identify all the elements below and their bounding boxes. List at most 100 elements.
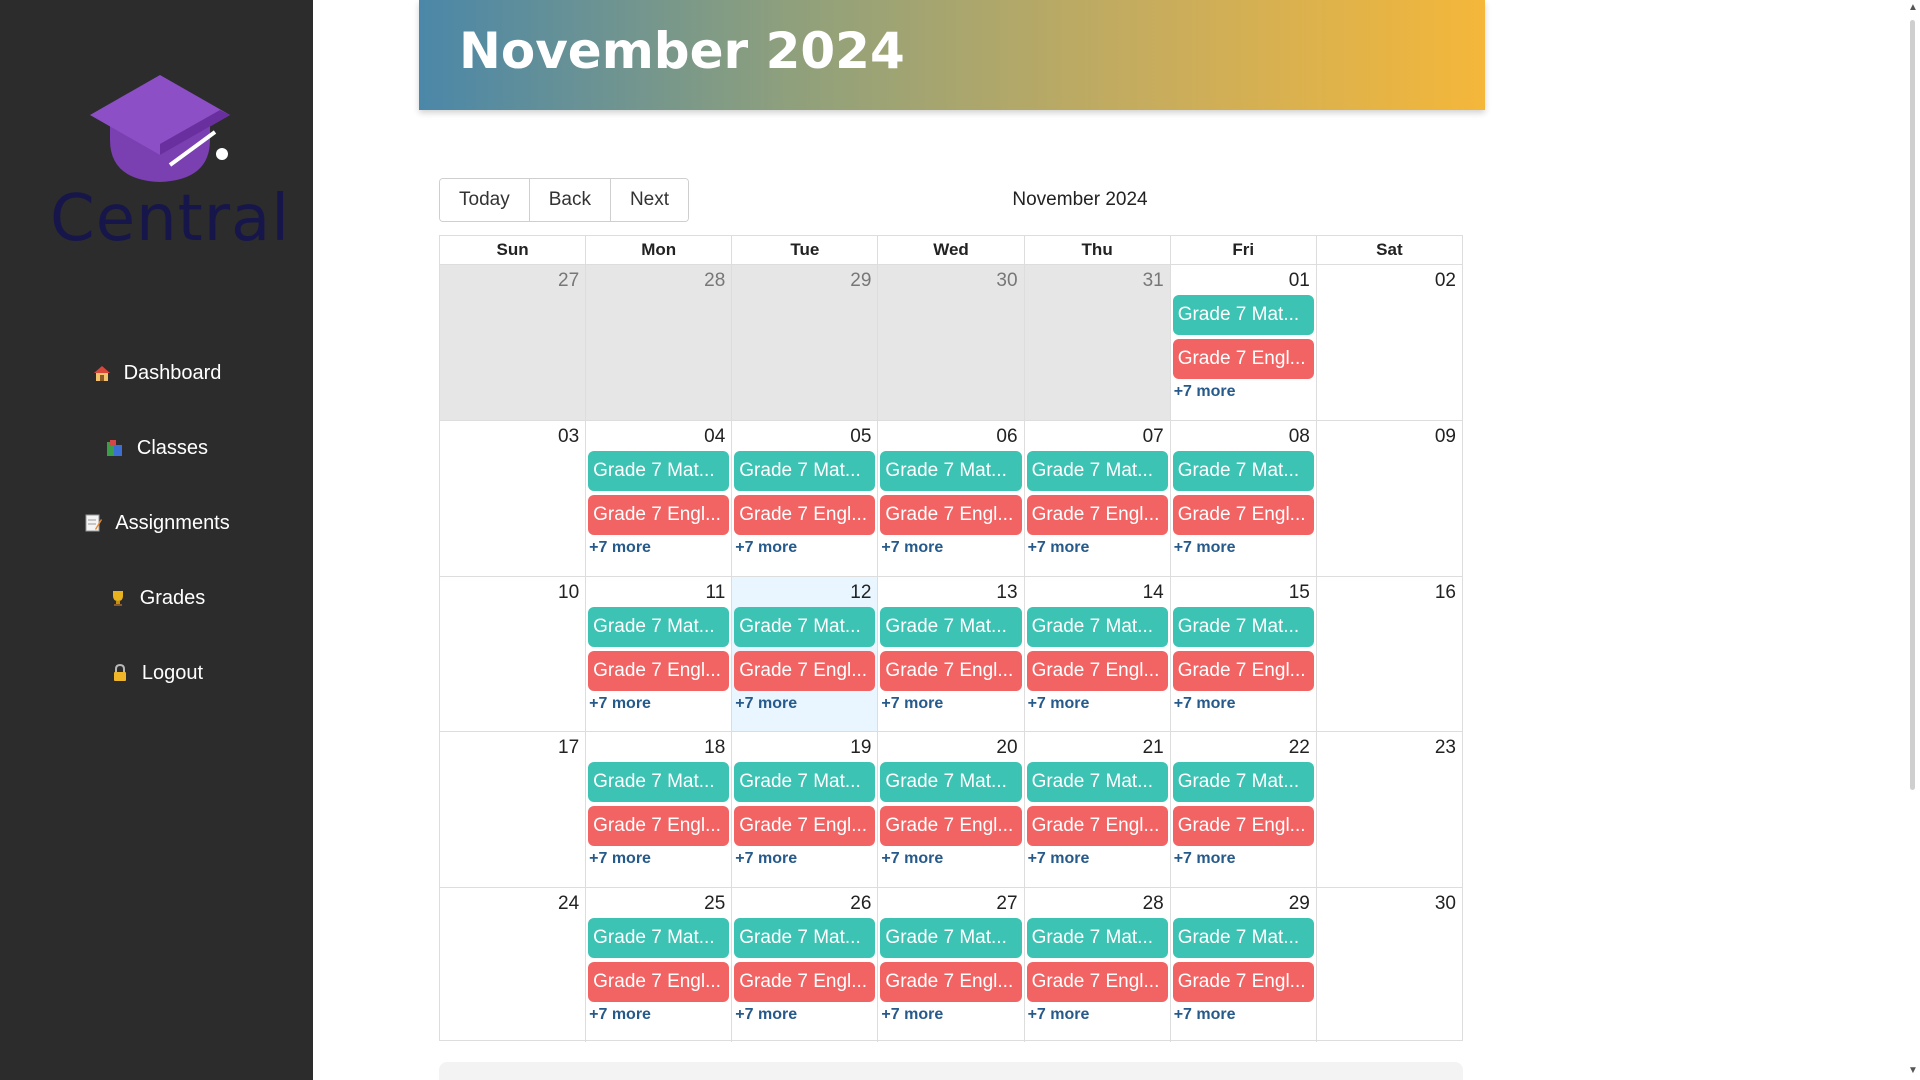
event-english[interactable]: Grade 7 Engl... (880, 650, 1022, 691)
event-english[interactable]: Grade 7 Engl... (588, 495, 730, 536)
event-english[interactable]: Grade 7 Engl... (588, 806, 730, 847)
more-events-link[interactable]: +7 more (881, 850, 943, 868)
day-number[interactable]: 25 (704, 893, 725, 915)
nav-logout[interactable]: Logout (0, 658, 313, 688)
calendar-day-cell[interactable]: 31 (1023, 265, 1170, 421)
event-english[interactable]: Grade 7 Engl... (880, 495, 1022, 536)
event-english[interactable]: Grade 7 Engl... (1172, 806, 1314, 847)
event-math[interactable]: Grade 7 Mat... (588, 451, 730, 492)
calendar-day-cell[interactable]: 27 Grade 7 Mat... Grade 7 Engl... +7 more (877, 887, 1023, 1042)
event-english[interactable]: Grade 7 Engl... (1172, 961, 1314, 1002)
calendar-day-cell[interactable]: 30 (877, 265, 1024, 421)
day-number[interactable]: 08 (1289, 426, 1310, 448)
calendar-day-cell[interactable]: 30 (1315, 887, 1462, 1042)
event-math[interactable]: Grade 7 Mat... (588, 917, 730, 958)
scroll-down-arrow-icon[interactable]: ▼ (1908, 1065, 1918, 1076)
day-number[interactable]: 19 (850, 737, 871, 759)
day-number[interactable]: 15 (1289, 582, 1310, 604)
more-events-link[interactable]: +7 more (735, 539, 797, 557)
day-number[interactable]: 27 (996, 893, 1017, 915)
event-math[interactable]: Grade 7 Mat... (734, 606, 876, 647)
calendar-day-cell[interactable]: 02 (1315, 265, 1462, 421)
more-events-link[interactable]: +7 more (1028, 539, 1090, 557)
event-english[interactable]: Grade 7 Engl... (1026, 961, 1168, 1002)
more-events-link[interactable]: +7 more (881, 695, 943, 713)
nav-classes[interactable]: Classes (0, 433, 313, 463)
event-math[interactable]: Grade 7 Mat... (880, 606, 1022, 647)
day-number[interactable]: 11 (706, 582, 726, 604)
calendar-day-cell[interactable]: 16 (1315, 576, 1462, 732)
day-number[interactable]: 31 (1143, 270, 1164, 292)
calendar-day-cell[interactable]: 01 Grade 7 Mat... Grade 7 Engl... +7 more (1169, 265, 1316, 421)
more-events-link[interactable]: +7 more (735, 850, 797, 868)
calendar-day-cell[interactable]: 29 (731, 265, 878, 421)
calendar-day-cell[interactable]: 27 (440, 265, 586, 421)
day-number[interactable]: 05 (850, 426, 871, 448)
calendar-day-cell[interactable]: 07 Grade 7 Mat... Grade 7 Engl... +7 more (1023, 421, 1170, 576)
day-number[interactable]: 10 (558, 582, 579, 604)
day-number[interactable]: 24 (558, 893, 579, 915)
event-math[interactable]: Grade 7 Mat... (1026, 762, 1168, 803)
day-number[interactable]: 12 (850, 582, 871, 604)
calendar-day-cell[interactable]: 26 Grade 7 Mat... Grade 7 Engl... +7 more (731, 887, 877, 1042)
event-english[interactable]: Grade 7 Engl... (1172, 650, 1314, 691)
more-events-link[interactable]: +7 more (1174, 695, 1236, 713)
event-english[interactable]: Grade 7 Engl... (734, 806, 876, 847)
day-number[interactable]: 03 (558, 426, 579, 448)
event-english[interactable]: Grade 7 Engl... (588, 650, 730, 691)
calendar-day-cell[interactable]: 04 Grade 7 Mat... Grade 7 Engl... +7 more (585, 421, 731, 576)
calendar-day-cell[interactable]: 28 Grade 7 Mat... Grade 7 Engl... +7 more (1023, 887, 1170, 1042)
day-number[interactable]: 28 (704, 270, 725, 292)
event-english[interactable]: Grade 7 Engl... (880, 961, 1022, 1002)
event-english[interactable]: Grade 7 Engl... (1172, 339, 1314, 379)
day-number[interactable]: 26 (850, 893, 871, 915)
day-number[interactable]: 20 (996, 737, 1017, 759)
event-english[interactable]: Grade 7 Engl... (734, 495, 876, 536)
scrollbar-thumb[interactable] (1910, 20, 1915, 790)
day-number[interactable]: 29 (1289, 893, 1310, 915)
more-events-link[interactable]: +7 more (881, 1006, 943, 1024)
more-events-link[interactable]: +7 more (1174, 850, 1236, 868)
day-number[interactable]: 22 (1289, 737, 1310, 759)
event-math[interactable]: Grade 7 Mat... (880, 451, 1022, 492)
day-number[interactable]: 27 (558, 270, 579, 292)
more-events-link[interactable]: +7 more (881, 539, 943, 557)
event-math[interactable]: Grade 7 Mat... (1172, 606, 1314, 647)
day-number[interactable]: 17 (558, 737, 579, 759)
day-number[interactable]: 30 (1435, 893, 1456, 915)
day-number[interactable]: 30 (996, 270, 1017, 292)
calendar-day-cell[interactable]: 20 Grade 7 Mat... Grade 7 Engl... +7 more (877, 732, 1023, 887)
calendar-day-cell[interactable]: 29 Grade 7 Mat... Grade 7 Engl... +7 more (1169, 887, 1316, 1042)
event-math[interactable]: Grade 7 Mat... (734, 917, 876, 958)
day-number[interactable]: 01 (1289, 270, 1310, 292)
calendar-day-cell[interactable]: 17 (440, 732, 585, 886)
event-math[interactable]: Grade 7 Mat... (1026, 917, 1168, 958)
day-number[interactable]: 18 (704, 737, 725, 759)
event-math[interactable]: Grade 7 Mat... (1172, 917, 1314, 958)
day-number[interactable]: 09 (1435, 426, 1456, 448)
more-events-link[interactable]: +7 more (589, 850, 651, 868)
event-english[interactable]: Grade 7 Engl... (1172, 495, 1314, 536)
event-math[interactable]: Grade 7 Mat... (1026, 451, 1168, 492)
nav-dashboard[interactable]: Dashboard (0, 358, 313, 388)
calendar-day-cell[interactable]: 03 (440, 421, 585, 575)
calendar-day-cell[interactable]: 23 (1315, 732, 1462, 887)
calendar-day-cell[interactable]: 24 (440, 888, 585, 1042)
day-number[interactable]: 02 (1435, 270, 1456, 292)
event-english[interactable]: Grade 7 Engl... (588, 961, 730, 1002)
day-number[interactable]: 21 (1143, 737, 1164, 759)
calendar-day-cell[interactable]: 10 (440, 577, 585, 731)
nav-grades[interactable]: Grades (0, 583, 313, 613)
calendar-day-cell[interactable]: 06 Grade 7 Mat... Grade 7 Engl... +7 more (877, 421, 1023, 576)
day-number[interactable]: 14 (1143, 582, 1164, 604)
day-number[interactable]: 04 (704, 426, 725, 448)
event-english[interactable]: Grade 7 Engl... (1026, 806, 1168, 847)
next-button[interactable]: Next (610, 179, 689, 221)
event-math[interactable]: Grade 7 Mat... (588, 762, 730, 803)
more-events-link[interactable]: +7 more (1174, 539, 1236, 557)
event-math[interactable]: Grade 7 Mat... (1172, 451, 1314, 492)
page-scrollbar[interactable]: ▲ ▼ (1905, 0, 1920, 1080)
event-english[interactable]: Grade 7 Engl... (1026, 495, 1168, 536)
event-math[interactable]: Grade 7 Mat... (734, 451, 876, 492)
day-number[interactable]: 23 (1435, 737, 1456, 759)
